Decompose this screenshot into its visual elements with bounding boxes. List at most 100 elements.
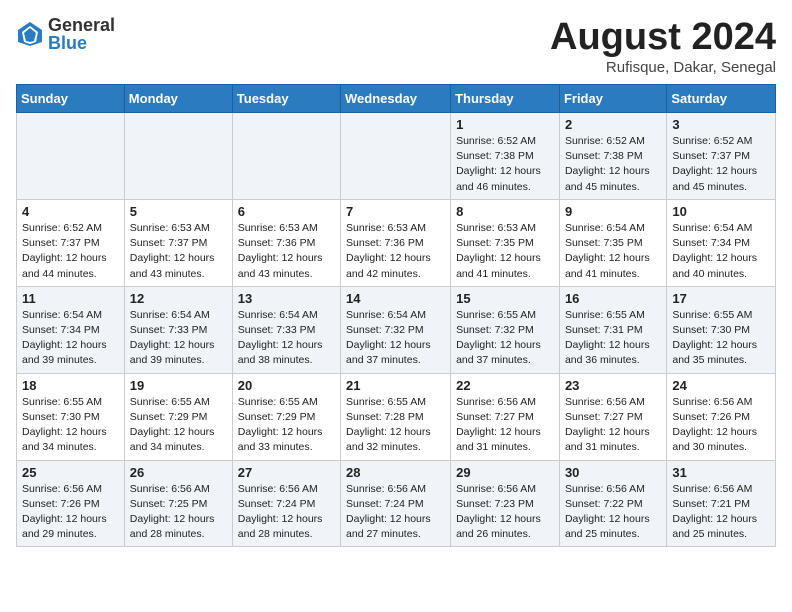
logo: General Blue <box>16 16 115 52</box>
day-cell-27: 27 Sunrise: 6:56 AMSunset: 7:24 PMDayligh… <box>232 460 340 547</box>
day-number: 12 <box>130 291 227 306</box>
day-cell-18: 18 Sunrise: 6:55 AMSunset: 7:30 PMDayligh… <box>17 373 125 460</box>
day-info: Sunrise: 6:54 AMSunset: 7:33 PMDaylight:… <box>130 308 227 369</box>
day-info: Sunrise: 6:54 AMSunset: 7:34 PMDaylight:… <box>22 308 119 369</box>
day-info: Sunrise: 6:52 AMSunset: 7:38 PMDaylight:… <box>565 134 661 195</box>
week-row-3: 11 Sunrise: 6:54 AMSunset: 7:34 PMDayligh… <box>17 286 776 373</box>
day-cell-7: 7 Sunrise: 6:53 AMSunset: 7:36 PMDaylight… <box>341 199 451 286</box>
day-number: 23 <box>565 378 661 393</box>
day-number: 19 <box>130 378 227 393</box>
day-info: Sunrise: 6:54 AMSunset: 7:35 PMDaylight:… <box>565 221 661 282</box>
empty-cell <box>232 113 340 200</box>
day-number: 27 <box>238 465 335 480</box>
day-cell-22: 22 Sunrise: 6:56 AMSunset: 7:27 PMDayligh… <box>451 373 560 460</box>
day-number: 8 <box>456 204 554 219</box>
day-info: Sunrise: 6:56 AMSunset: 7:22 PMDaylight:… <box>565 482 661 543</box>
day-info: Sunrise: 6:52 AMSunset: 7:38 PMDaylight:… <box>456 134 554 195</box>
logo-icon <box>16 20 44 48</box>
day-info: Sunrise: 6:54 AMSunset: 7:32 PMDaylight:… <box>346 308 445 369</box>
day-cell-5: 5 Sunrise: 6:53 AMSunset: 7:37 PMDaylight… <box>124 199 232 286</box>
day-number: 2 <box>565 117 661 132</box>
week-row-4: 18 Sunrise: 6:55 AMSunset: 7:30 PMDayligh… <box>17 373 776 460</box>
day-info: Sunrise: 6:53 AMSunset: 7:35 PMDaylight:… <box>456 221 554 282</box>
day-cell-20: 20Sunrise: 6:55 AMSunset: 7:29 PMDayligh… <box>232 373 340 460</box>
day-cell-13: 13 Sunrise: 6:54 AMSunset: 7:33 PMDayligh… <box>232 286 340 373</box>
title-area: August 2024 Rufisque, Dakar, Senegal <box>550 16 776 76</box>
logo-general: General <box>48 16 115 34</box>
empty-cell <box>341 113 451 200</box>
day-cell-9: 9 Sunrise: 6:54 AMSunset: 7:35 PMDaylight… <box>559 199 666 286</box>
day-info: Sunrise: 6:56 AMSunset: 7:26 PMDaylight:… <box>22 482 119 543</box>
header-monday: Monday <box>124 85 232 113</box>
day-cell-19: 19 Sunrise: 6:55 AMSunset: 7:29 PMDayligh… <box>124 373 232 460</box>
day-cell-26: 26 Sunrise: 6:56 AMSunset: 7:25 PMDayligh… <box>124 460 232 547</box>
day-info: Sunrise: 6:56 AMSunset: 7:27 PMDaylight:… <box>456 395 554 456</box>
day-info: Sunrise: 6:54 AMSunset: 7:34 PMDaylight:… <box>672 221 770 282</box>
day-info: Sunrise: 6:56 AMSunset: 7:21 PMDaylight:… <box>672 482 770 543</box>
empty-cell <box>17 113 125 200</box>
day-number: 7 <box>346 204 445 219</box>
day-number: 25 <box>22 465 119 480</box>
header-thursday: Thursday <box>451 85 560 113</box>
empty-cell <box>124 113 232 200</box>
header-saturday: Saturday <box>667 85 776 113</box>
day-info: Sunrise: 6:55 AMSunset: 7:29 PMDaylight:… <box>130 395 227 456</box>
day-number: 9 <box>565 204 661 219</box>
day-cell-11: 11 Sunrise: 6:54 AMSunset: 7:34 PMDayligh… <box>17 286 125 373</box>
day-cell-15: 15 Sunrise: 6:55 AMSunset: 7:32 PMDayligh… <box>451 286 560 373</box>
day-number: 18 <box>22 378 119 393</box>
day-number: 4 <box>22 204 119 219</box>
day-cell-12: 12 Sunrise: 6:54 AMSunset: 7:33 PMDayligh… <box>124 286 232 373</box>
day-cell-28: 28Sunrise: 6:56 AMSunset: 7:24 PMDayligh… <box>341 460 451 547</box>
day-number: 21 <box>346 378 445 393</box>
day-cell-14: 14 Sunrise: 6:54 AMSunset: 7:32 PMDayligh… <box>341 286 451 373</box>
day-info: Sunrise: 6:55 AMSunset: 7:30 PMDaylight:… <box>22 395 119 456</box>
header-tuesday: Tuesday <box>232 85 340 113</box>
day-number: 22 <box>456 378 554 393</box>
day-info: Sunrise: 6:56 AMSunset: 7:24 PMDaylight:… <box>346 482 445 543</box>
day-info: Sunrise: 6:56 AMSunset: 7:23 PMDaylight:… <box>456 482 554 543</box>
calendar-table: SundayMondayTuesdayWednesdayThursdayFrid… <box>16 84 776 547</box>
day-cell-21: 21Sunrise: 6:55 AMSunset: 7:28 PMDayligh… <box>341 373 451 460</box>
day-info: Sunrise: 6:56 AMSunset: 7:25 PMDaylight:… <box>130 482 227 543</box>
day-info: Sunrise: 6:56 AMSunset: 7:24 PMDaylight:… <box>238 482 335 543</box>
day-cell-8: 8 Sunrise: 6:53 AMSunset: 7:35 PMDaylight… <box>451 199 560 286</box>
day-info: Sunrise: 6:55 AMSunset: 7:29 PMDaylight:… <box>238 395 335 456</box>
day-cell-10: 10 Sunrise: 6:54 AMSunset: 7:34 PMDayligh… <box>667 199 776 286</box>
page-header: General Blue August 2024 Rufisque, Dakar… <box>16 16 776 76</box>
location: Rufisque, Dakar, Senegal <box>550 59 776 76</box>
day-number: 26 <box>130 465 227 480</box>
week-row-2: 4 Sunrise: 6:52 AMSunset: 7:37 PMDaylight… <box>17 199 776 286</box>
day-info: Sunrise: 6:53 AMSunset: 7:36 PMDaylight:… <box>238 221 335 282</box>
day-cell-30: 30Sunrise: 6:56 AMSunset: 7:22 PMDayligh… <box>559 460 666 547</box>
logo-blue: Blue <box>48 34 115 52</box>
day-info: Sunrise: 6:56 AMSunset: 7:26 PMDaylight:… <box>672 395 770 456</box>
day-cell-23: 23Sunrise: 6:56 AMSunset: 7:27 PMDayligh… <box>559 373 666 460</box>
day-cell-4: 4 Sunrise: 6:52 AMSunset: 7:37 PMDaylight… <box>17 199 125 286</box>
day-number: 1 <box>456 117 554 132</box>
day-number: 16 <box>565 291 661 306</box>
day-number: 15 <box>456 291 554 306</box>
day-cell-3: 3Sunrise: 6:52 AMSunset: 7:37 PMDaylight… <box>667 113 776 200</box>
day-info: Sunrise: 6:53 AMSunset: 7:36 PMDaylight:… <box>346 221 445 282</box>
week-row-5: 25 Sunrise: 6:56 AMSunset: 7:26 PMDayligh… <box>17 460 776 547</box>
day-info: Sunrise: 6:52 AMSunset: 7:37 PMDaylight:… <box>22 221 119 282</box>
day-number: 6 <box>238 204 335 219</box>
day-cell-25: 25 Sunrise: 6:56 AMSunset: 7:26 PMDayligh… <box>17 460 125 547</box>
day-info: Sunrise: 6:55 AMSunset: 7:32 PMDaylight:… <box>456 308 554 369</box>
day-number: 5 <box>130 204 227 219</box>
day-info: Sunrise: 6:53 AMSunset: 7:37 PMDaylight:… <box>130 221 227 282</box>
day-number: 31 <box>672 465 770 480</box>
day-cell-16: 16Sunrise: 6:55 AMSunset: 7:31 PMDayligh… <box>559 286 666 373</box>
day-cell-2: 2 Sunrise: 6:52 AMSunset: 7:38 PMDaylight… <box>559 113 666 200</box>
day-number: 14 <box>346 291 445 306</box>
day-info: Sunrise: 6:55 AMSunset: 7:30 PMDaylight:… <box>672 308 770 369</box>
day-number: 11 <box>22 291 119 306</box>
day-number: 13 <box>238 291 335 306</box>
day-cell-17: 17Sunrise: 6:55 AMSunset: 7:30 PMDayligh… <box>667 286 776 373</box>
day-number: 10 <box>672 204 770 219</box>
day-number: 24 <box>672 378 770 393</box>
day-number: 3 <box>672 117 770 132</box>
header-row: SundayMondayTuesdayWednesdayThursdayFrid… <box>17 85 776 113</box>
day-info: Sunrise: 6:54 AMSunset: 7:33 PMDaylight:… <box>238 308 335 369</box>
